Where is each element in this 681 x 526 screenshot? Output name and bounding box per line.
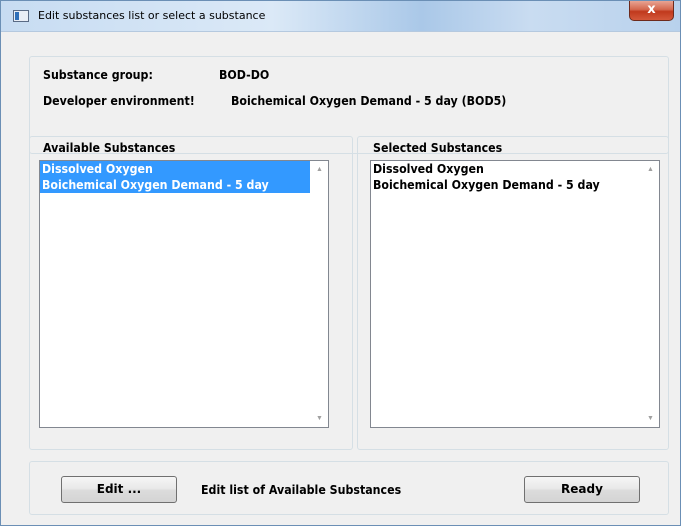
dialog-window: Edit substances list or select a substan… [0,0,681,526]
list-item-text: Boichemical Oxygen Demand - 5 day [373,178,600,192]
substance-group-value: BOD-DO [219,68,270,82]
list-item-text: Dissolved Oxygen [373,162,484,176]
available-scrollbar[interactable]: ▲ ▼ [311,161,328,427]
selected-scrollbar[interactable]: ▲ ▼ [642,161,659,427]
list-item-text: Dissolved Oxygen [42,162,153,176]
list-item[interactable]: Dissolved Oxygen [371,161,659,177]
scroll-up-arrow-icon[interactable]: ▲ [642,161,659,178]
edit-button[interactable]: Edit ... [61,476,177,503]
developer-environment-label: Developer environment! [43,94,195,108]
developer-environment-value: Boichemical Oxygen Demand - 5 day (BOD5) [231,94,507,108]
ready-button[interactable]: Ready [524,476,640,503]
available-substances-label: Available Substances [43,141,176,155]
list-item[interactable]: Boichemical Oxygen Demand - 5 day [371,177,659,193]
close-icon: x [647,2,656,17]
window-app-icon [13,10,29,22]
scroll-up-arrow-icon[interactable]: ▲ [311,161,328,178]
selected-substances-label: Selected Substances [373,141,503,155]
substance-group-label: Substance group: [43,68,153,82]
scroll-down-arrow-icon[interactable]: ▼ [311,410,328,427]
list-item[interactable]: Boichemical Oxygen Demand - 5 day [40,177,310,193]
list-item[interactable]: Dissolved Oxygen [40,161,310,177]
scroll-down-arrow-icon[interactable]: ▼ [642,410,659,427]
edit-description: Edit list of Available Substances [201,483,402,497]
title-bar[interactable]: Edit substances list or select a substan… [1,1,680,32]
list-item-text: Boichemical Oxygen Demand - 5 day [42,178,269,192]
selected-substances-list[interactable]: Dissolved Oxygen Boichemical Oxygen Deman… [370,160,660,428]
window-title: Edit substances list or select a substan… [38,9,266,22]
available-substances-list[interactable]: Dissolved Oxygen Boichemical Oxygen Deman… [39,160,329,428]
close-button[interactable]: x [629,1,674,21]
dialog-content: Substance group: BOD-DO Developer enviro… [9,32,672,519]
